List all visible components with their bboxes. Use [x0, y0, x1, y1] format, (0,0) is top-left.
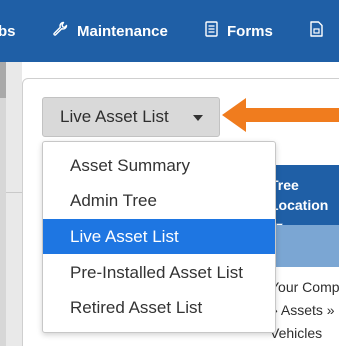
nav-item-maintenance[interactable]: Maintenance: [52, 0, 168, 62]
arrow-annotation-icon: [222, 98, 339, 132]
top-nav-bar: bs Maintenance Forms: [0, 0, 339, 62]
nav-item-partial[interactable]: bs: [0, 0, 16, 62]
asset-view-select-label: Live Asset List: [60, 107, 169, 126]
menu-item-label: Asset Summary: [70, 155, 190, 175]
app-screen: bs Maintenance Forms Tree Location Your …: [0, 0, 339, 346]
menu-item-admin-tree[interactable]: Admin Tree: [43, 183, 275, 218]
table-cell-line2: » Assets »: [270, 302, 335, 318]
asset-view-dropdown-menu: Asset Summary Admin Tree Live Asset List…: [42, 141, 276, 333]
table-cell-line3: Vehicles: [270, 325, 323, 341]
form-document-icon: [205, 21, 218, 41]
wrench-icon: [52, 21, 68, 41]
caret-down-icon: [193, 115, 203, 121]
sidebar-divider: [6, 192, 22, 193]
nav-item-forms-label: Forms: [227, 22, 273, 40]
nav-item-maintenance-label: Maintenance: [77, 22, 168, 40]
nav-item-partial-label: bs: [0, 22, 16, 40]
menu-item-label: Live Asset List: [70, 226, 179, 246]
menu-item-retired-asset-list[interactable]: Retired Asset List: [43, 290, 275, 325]
document-icon: [310, 21, 323, 41]
table-header-line1: Tree: [270, 177, 299, 193]
menu-item-asset-summary[interactable]: Asset Summary: [43, 148, 275, 183]
menu-item-label: Admin Tree: [70, 190, 157, 210]
menu-item-pre-installed-asset-list[interactable]: Pre-Installed Asset List: [43, 255, 275, 290]
menu-item-label: Retired Asset List: [70, 297, 203, 317]
asset-view-select[interactable]: Live Asset List: [42, 97, 220, 137]
nav-item-forms[interactable]: Forms: [205, 0, 273, 62]
nav-item-next[interactable]: [310, 0, 332, 62]
table-header-line2: Location: [270, 197, 329, 213]
sidebar-panel: [6, 62, 22, 346]
table-cell-line1: Your Comp: [270, 279, 339, 295]
menu-item-label: Pre-Installed Asset List: [70, 262, 243, 282]
menu-item-live-asset-list[interactable]: Live Asset List: [43, 219, 275, 254]
